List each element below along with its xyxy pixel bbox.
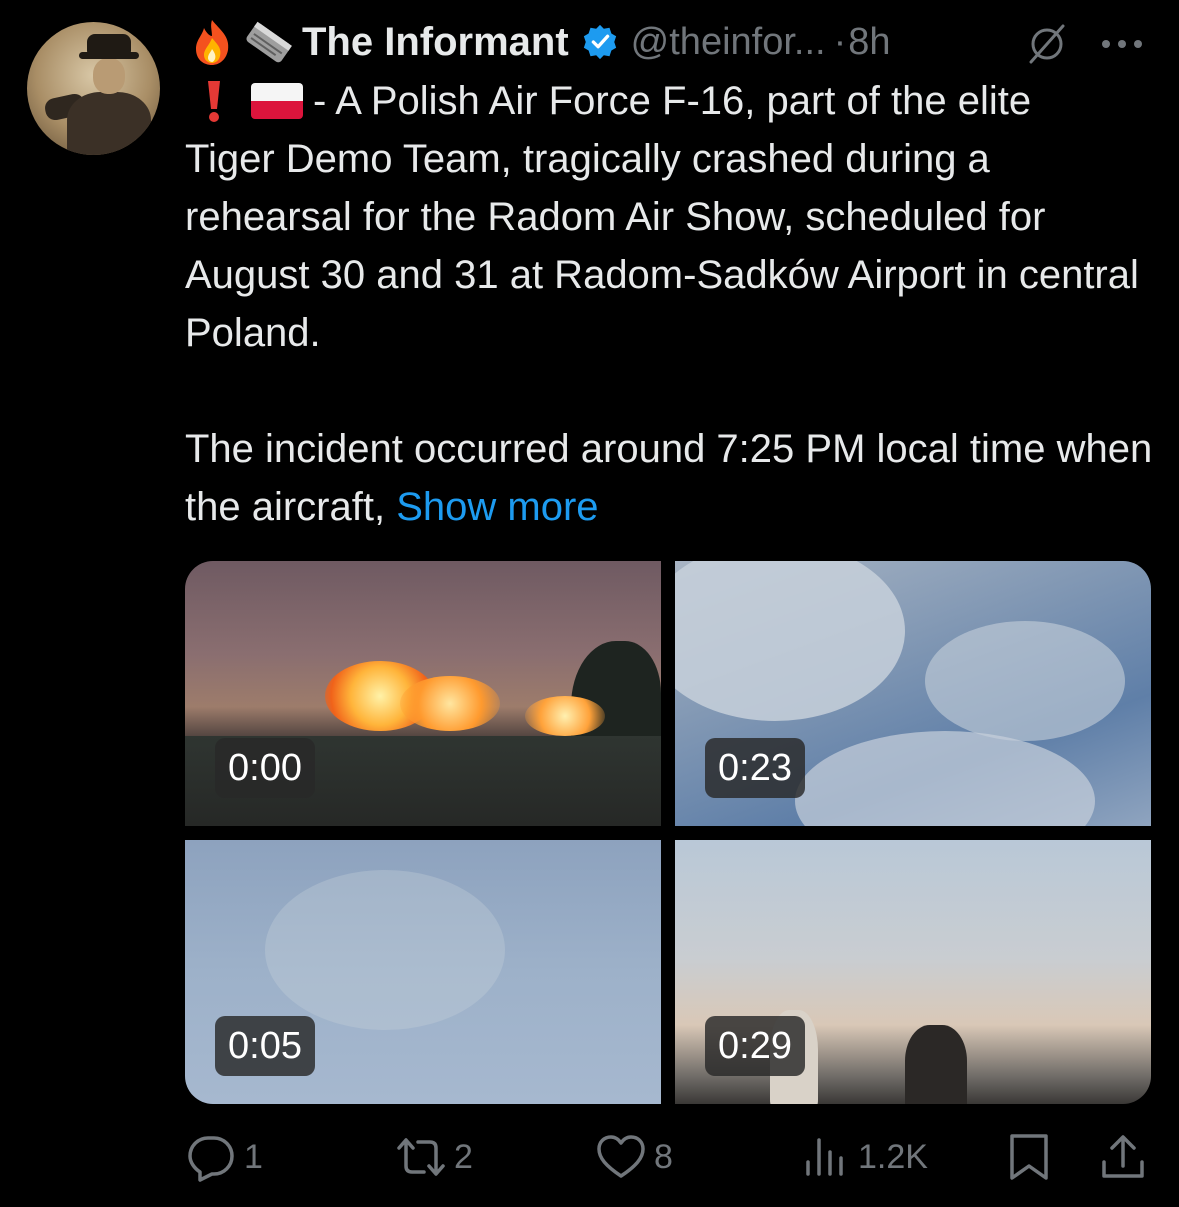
author-handle[interactable]: @theinfor... — [631, 21, 826, 64]
reply-button[interactable]: 1 — [186, 1130, 263, 1184]
separator-dot: · — [833, 20, 847, 63]
reply-count: 1 — [244, 1137, 263, 1176]
verified-badge-icon[interactable] — [581, 23, 619, 61]
video-thumbnail-3[interactable]: 0:05 — [185, 840, 661, 1104]
fire-icon — [196, 20, 229, 65]
bookmark-button[interactable] — [1004, 1130, 1062, 1184]
repost-icon — [397, 1138, 445, 1176]
poland-flag-icon — [251, 83, 303, 119]
share-icon — [1102, 1135, 1144, 1178]
tweet-timestamp[interactable]: 8h — [848, 21, 890, 64]
author-display-name[interactable]: The Informant — [302, 20, 569, 65]
exclaim-icon — [208, 81, 220, 122]
like-button[interactable]: 8 — [596, 1130, 673, 1184]
avatar[interactable] — [27, 22, 160, 155]
grok-icon[interactable] — [1025, 24, 1069, 64]
tweet-header: The Informant @theinfor... · 8h — [190, 14, 891, 70]
show-more-link[interactable]: Show more — [396, 485, 598, 529]
video-duration-4: 0:29 — [705, 1016, 805, 1076]
video-duration-2: 0:23 — [705, 738, 805, 798]
reply-icon — [188, 1136, 234, 1182]
video-thumbnail-1[interactable]: 0:00 — [185, 561, 661, 826]
bookmark-icon — [1010, 1134, 1048, 1180]
tweet-actions-bar: 1 2 8 1.2K — [0, 1130, 1179, 1184]
tweet-text-para2: The incident occurred around 7:25 PM loc… — [185, 427, 1153, 529]
view-count: 1.2K — [858, 1137, 928, 1176]
more-options-icon[interactable] — [1100, 38, 1144, 50]
tweet-text-first-line: - A Polish Air Force F-16, part of the e… — [313, 79, 1032, 123]
tweet-text-body: Tiger Demo Team, tragically crashed duri… — [185, 137, 1139, 355]
video-thumbnail-4[interactable]: 0:29 — [675, 840, 1151, 1104]
newspaper-icon — [246, 21, 292, 63]
like-count: 8 — [654, 1137, 673, 1176]
share-button[interactable] — [1098, 1130, 1156, 1184]
repost-button[interactable]: 2 — [396, 1130, 473, 1184]
video-duration-1: 0:00 — [215, 738, 315, 798]
views-button[interactable]: 1.2K — [800, 1130, 928, 1184]
heart-icon — [597, 1135, 645, 1178]
media-grid: 0:00 0:23 0:05 0:29 — [185, 561, 1151, 1104]
video-thumbnail-2[interactable]: 0:23 — [675, 561, 1151, 826]
tweet-text-paragraph-2: The incident occurred around 7:25 PM loc… — [185, 420, 1160, 536]
video-duration-3: 0:05 — [215, 1016, 315, 1076]
views-bar-chart-icon — [806, 1138, 843, 1176]
repost-count: 2 — [454, 1137, 473, 1176]
tweet-text: - A Polish Air Force F-16, part of the e… — [185, 72, 1160, 362]
